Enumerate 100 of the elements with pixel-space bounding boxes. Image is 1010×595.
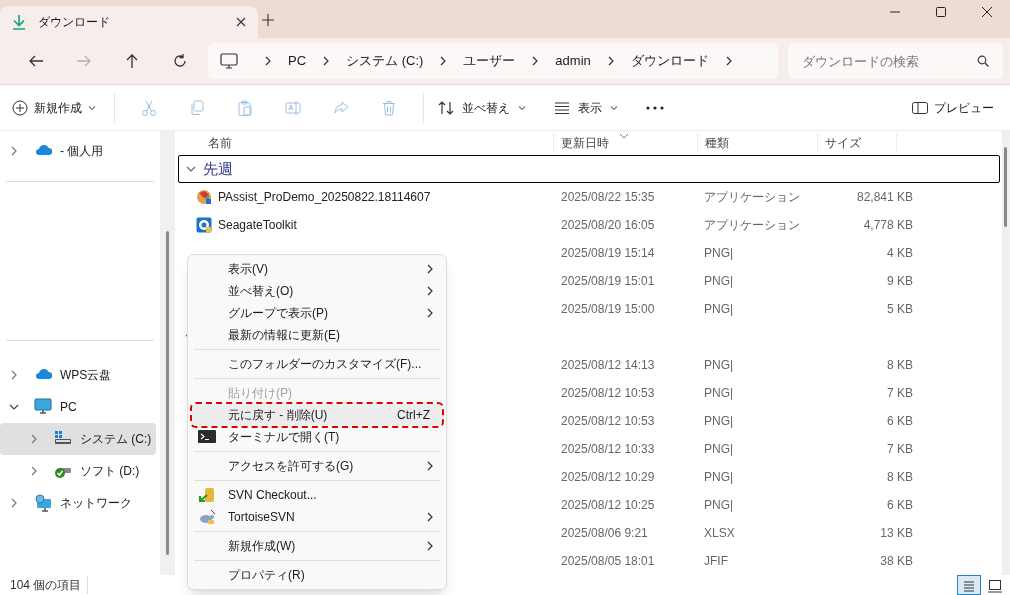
arrow-cylinder-icon (198, 487, 216, 503)
breadcrumb-item[interactable]: システム (C:) (342, 51, 428, 71)
table-cell-text: 6 KB (887, 497, 913, 514)
search-icon[interactable] (977, 55, 989, 67)
browser-tab[interactable]: ダウンロード (0, 6, 258, 38)
breadcrumb-item[interactable]: PC (284, 51, 311, 71)
share-icon (333, 99, 349, 116)
table-cell-text: 9 KB (887, 273, 913, 290)
menu-item[interactable]: 最新の情報に更新(E) (192, 324, 442, 346)
table-cell: アプリケーション (704, 190, 800, 204)
table-cell: 2025/08/20 16:05 (561, 218, 655, 232)
plus-circle-icon (12, 99, 28, 116)
table-cell: 2025/08/12 10:53 (561, 386, 655, 400)
breadcrumb-item[interactable]: admin (551, 51, 595, 71)
sort-caret-icon (619, 133, 629, 139)
close-icon[interactable] (236, 17, 246, 27)
caret-icon (518, 103, 526, 112)
panel-icon (912, 101, 928, 114)
table-cell-text: 82,841 KB (856, 189, 913, 206)
rename-icon (285, 99, 301, 116)
more-icon[interactable] (646, 105, 664, 110)
column-header[interactable]: 更新日時 (553, 133, 697, 152)
new-button[interactable]: 新規作成 (12, 91, 104, 124)
sidebar-item[interactable]: ネットワーク (0, 487, 156, 519)
table-cell: PNG| (704, 386, 734, 400)
table-cell: 2025/08/05 18:01 (561, 554, 655, 568)
table-cell-text: 8 KB (887, 357, 913, 374)
column-header[interactable]: 種類 (697, 133, 817, 152)
menu-item[interactable]: アクセスを許可する(G) (192, 455, 442, 477)
table-cell: JFIF (704, 554, 728, 568)
sidebar-item[interactable]: ソフト (D:) (0, 455, 156, 487)
menu-item[interactable]: 並べ替え(O) (192, 280, 442, 302)
table-cell-text: 5 KB (887, 301, 913, 318)
menu-item[interactable]: SVN Checkout... (192, 484, 442, 506)
table-cell: アプリケーション (704, 218, 800, 232)
app-icon (196, 217, 212, 233)
sidebar-item[interactable]: システム (C:) (0, 423, 156, 455)
menu-item[interactable]: 表示(V) (192, 258, 442, 280)
network-icon (34, 494, 52, 512)
group-header[interactable]: 先週 (178, 155, 1000, 183)
turtle-icon (198, 509, 216, 525)
table-cell-text: 4,778 KB (863, 217, 913, 234)
breadcrumb-item[interactable]: ユーザー (459, 51, 520, 71)
menu-item[interactable]: グループで表示(P) (192, 302, 442, 324)
table-cell: 2025/08/19 15:01 (561, 274, 655, 288)
clipboard-icon (237, 99, 253, 116)
caret-icon (88, 103, 96, 112)
monitor-icon (34, 398, 52, 416)
download-icon (12, 14, 26, 30)
caret-icon (610, 103, 618, 112)
table-cell: 2025/08/19 15:14 (561, 246, 655, 260)
terminal-icon (198, 429, 216, 445)
menu-item[interactable]: プロパティ(R) (192, 564, 442, 586)
table-cell: 2025/08/22 15:35 (561, 190, 655, 204)
table-cell: PNG| (704, 358, 734, 372)
installer-icon (196, 189, 212, 205)
table-cell: 2025/08/12 14:13 (561, 358, 655, 372)
menu-item[interactable]: このフォルダーのカスタマイズ(F)... (192, 353, 442, 375)
table-cell: 2025/08/12 10:25 (561, 498, 655, 512)
copy-icon (189, 99, 205, 116)
menu-item[interactable]: ターミナルで開く(T) (192, 426, 442, 448)
up-arrow-icon (124, 53, 140, 69)
scissors-icon (141, 99, 157, 116)
item-count: 104 個の項目 (10, 576, 89, 594)
preview-button[interactable]: プレビュー (908, 91, 998, 124)
table-cell-text: 6 KB (887, 413, 913, 430)
forward-arrow-icon (76, 53, 92, 69)
search-field[interactable]: ダウンロードの検索 (788, 43, 1003, 79)
view-button[interactable]: 表示 (550, 91, 622, 124)
table-cell: PNG| (704, 274, 734, 288)
sidebar-item[interactable]: WPS云盘 (0, 359, 156, 391)
column-header[interactable]: 名前 (178, 133, 553, 152)
plus-icon[interactable] (262, 14, 274, 26)
table-cell: PNG| (704, 302, 734, 316)
scrollbar-thumb[interactable] (166, 231, 169, 555)
file-name: PAssist_ProDemo_20250822.18114607 (218, 189, 431, 206)
table-cell: 2025/08/12 10:33 (561, 442, 655, 456)
table-cell: PNG| (704, 414, 734, 428)
lines-icon (554, 100, 570, 115)
breadcrumb-item[interactable]: ダウンロード (626, 51, 713, 71)
menu-item[interactable]: 元に戻す - 削除(U) Ctrl+Z (192, 404, 442, 426)
table-cell: PNG| (704, 470, 734, 484)
sort-button[interactable]: 並べ替え (434, 91, 530, 124)
menu-item[interactable]: TortoiseSVN (192, 506, 442, 528)
table-cell: 2025/08/19 15:00 (561, 302, 655, 316)
column-header[interactable]: サイズ (817, 133, 897, 152)
table-cell: 2025/08/12 10:53 (561, 414, 655, 428)
table-cell-text: 13 KB (880, 525, 913, 542)
address-bar[interactable]: PC システム (C:) ユーザー admin ダウンロード (208, 43, 778, 79)
table-cell: PNG| (704, 246, 734, 260)
monitor-icon (220, 53, 238, 69)
table-cell: 2025/08/12 10:29 (561, 470, 655, 484)
sort-arrows-icon (438, 99, 454, 116)
table-cell: PNG| (704, 498, 734, 512)
table-cell-text: 7 KB (887, 385, 913, 402)
table-cell: PNG| (704, 442, 734, 456)
scrollbar-thumb[interactable] (1004, 147, 1007, 227)
sidebar-item[interactable]: - 個人用 (0, 135, 156, 167)
sidebar-item[interactable]: PC (0, 391, 156, 423)
menu-item[interactable]: 新規作成(W) (192, 535, 442, 557)
